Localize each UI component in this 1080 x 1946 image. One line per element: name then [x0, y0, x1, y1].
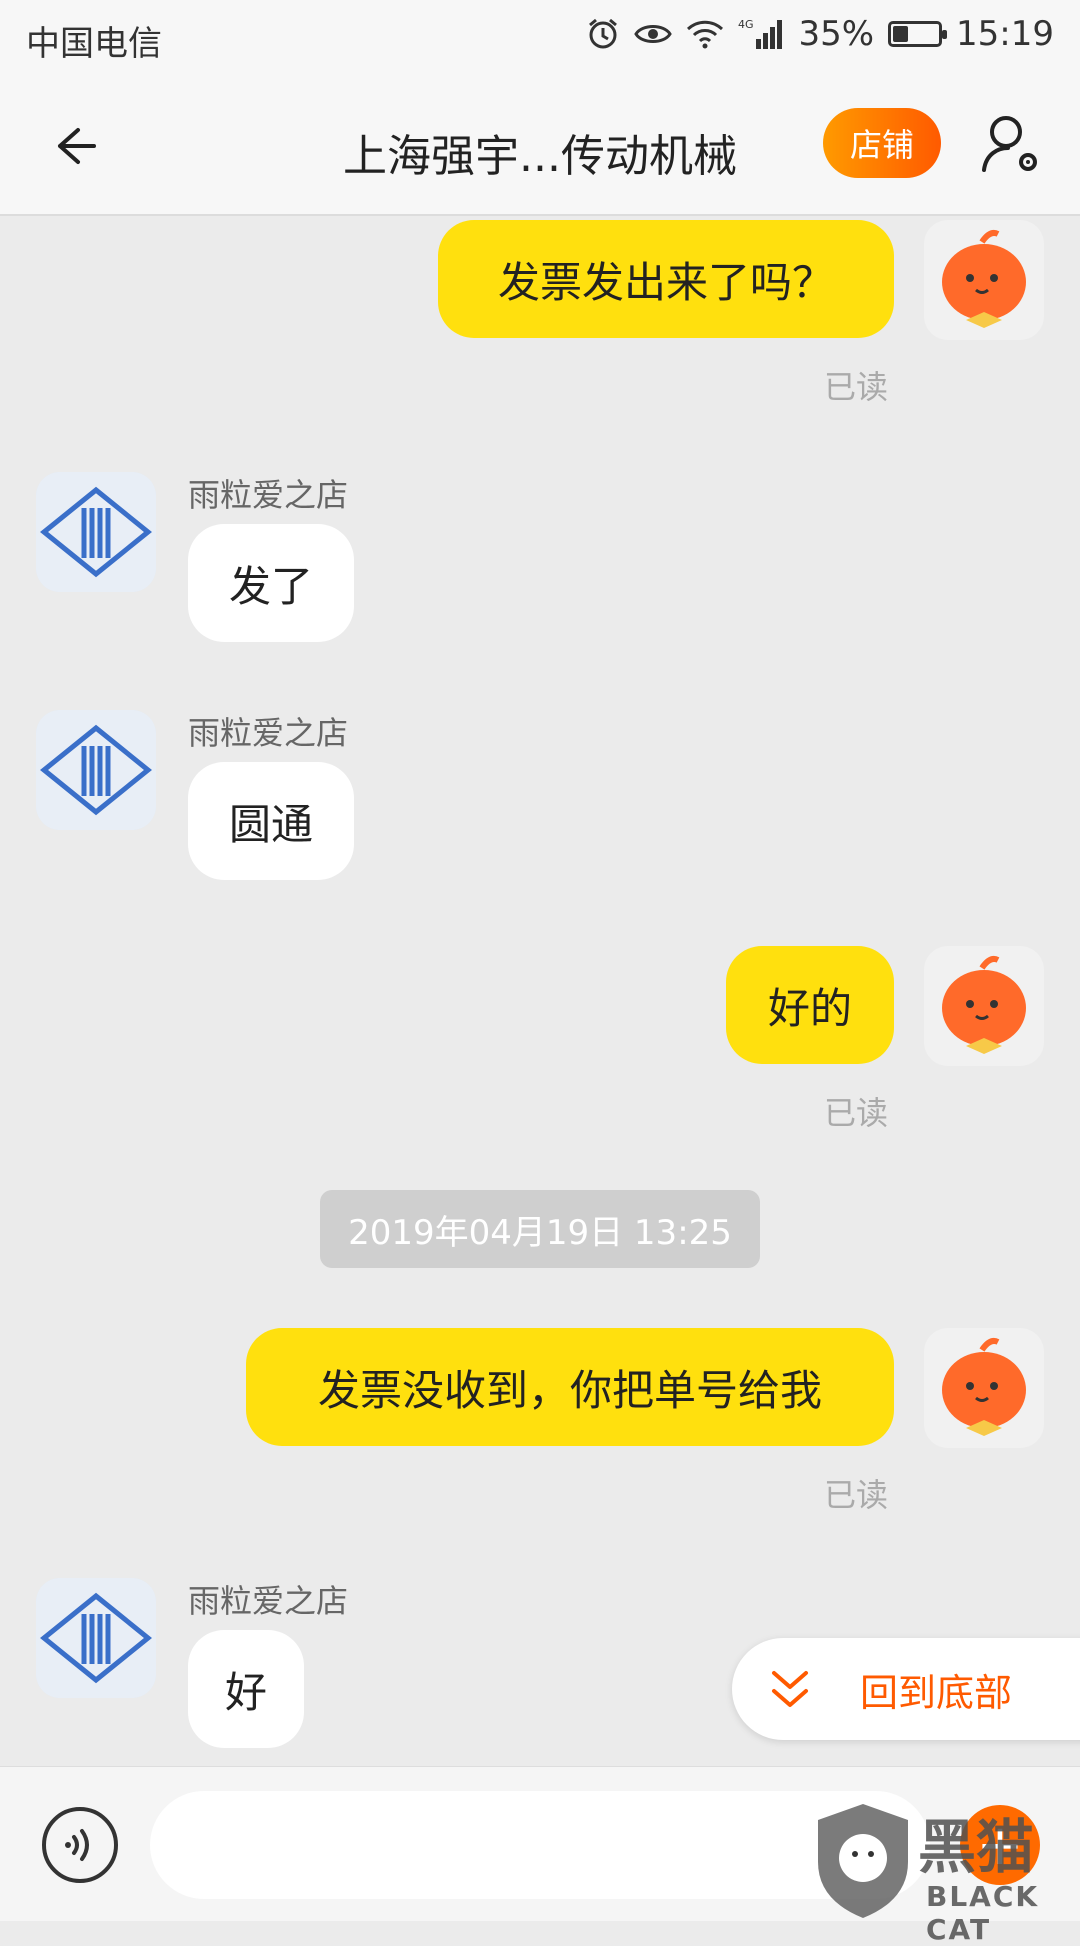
- pumpkin-avatar-icon: [942, 230, 1026, 328]
- status-bar: 中国电信 4G 35% 15:19: [0, 0, 1080, 76]
- back-button[interactable]: [44, 116, 104, 176]
- message-input[interactable]: [150, 1791, 930, 1899]
- sender-name: 雨粒爱之店: [188, 1582, 349, 1620]
- shop-avatar[interactable]: [36, 472, 156, 592]
- user-settings-button[interactable]: [978, 110, 1048, 180]
- voice-icon: [42, 1807, 118, 1883]
- eye-icon: [634, 20, 673, 48]
- more-actions-button[interactable]: +: [960, 1805, 1040, 1885]
- message-list[interactable]: 发票发出来了吗？ 已读 雨粒爱之店 发了 雨粒爱之店 圆通 好的 已读 2019…: [0, 216, 1080, 1766]
- shop-message-bubble[interactable]: 发了: [188, 524, 354, 642]
- shop-logo-icon: [36, 472, 156, 592]
- timestamp-divider: 2019年04月19日 13:25: [320, 1190, 760, 1268]
- battery-percent: 35%: [798, 14, 875, 54]
- my-message-bubble[interactable]: 发票没收到，你把单号给我: [246, 1328, 894, 1446]
- store-button[interactable]: 店铺: [823, 108, 941, 178]
- status-icons: 4G 35% 15:19: [586, 14, 1054, 54]
- shop-avatar[interactable]: [36, 710, 156, 830]
- shop-avatar[interactable]: [36, 1578, 156, 1698]
- user-settings-icon: [982, 116, 1037, 172]
- wifi-icon: [686, 19, 724, 49]
- alarm-icon: [586, 17, 620, 51]
- voice-input-button[interactable]: [40, 1805, 120, 1885]
- battery-icon: [888, 21, 948, 47]
- carrier-label: 中国电信: [26, 24, 162, 64]
- clock-time: 15:19: [956, 14, 1054, 54]
- chat-header: 上海强宇...传动机械 店铺: [0, 76, 1080, 216]
- cellular-signal-icon: 4G: [738, 17, 784, 51]
- my-avatar[interactable]: [924, 946, 1044, 1066]
- pumpkin-avatar-icon: [942, 956, 1026, 1054]
- read-receipt: 已读: [824, 368, 889, 406]
- back-to-bottom-button[interactable]: 回到底部: [732, 1638, 1080, 1740]
- back-to-bottom-label: 回到底部: [860, 1670, 1013, 1715]
- shop-message-bubble[interactable]: 好: [188, 1630, 304, 1748]
- sender-name: 雨粒爱之店: [188, 714, 349, 752]
- my-avatar[interactable]: [924, 1328, 1044, 1448]
- my-message-bubble[interactable]: 好的: [726, 946, 894, 1064]
- back-arrow-icon: [58, 128, 96, 164]
- plus-icon: +: [976, 1812, 1024, 1878]
- shop-message-bubble[interactable]: 圆通: [188, 762, 354, 880]
- network-type-label: 4G: [738, 18, 754, 31]
- double-chevron-down-icon: [772, 1671, 808, 1707]
- my-message-bubble[interactable]: 发票发出来了吗？: [438, 220, 894, 338]
- my-avatar[interactable]: [924, 220, 1044, 340]
- read-receipt: 已读: [824, 1476, 889, 1514]
- input-bar: +: [0, 1766, 1080, 1921]
- read-receipt: 已读: [824, 1094, 889, 1132]
- shop-logo-icon: [36, 1578, 156, 1698]
- pumpkin-avatar-icon: [942, 1338, 1026, 1436]
- sender-name: 雨粒爱之店: [188, 476, 349, 514]
- shop-logo-icon: [36, 710, 156, 830]
